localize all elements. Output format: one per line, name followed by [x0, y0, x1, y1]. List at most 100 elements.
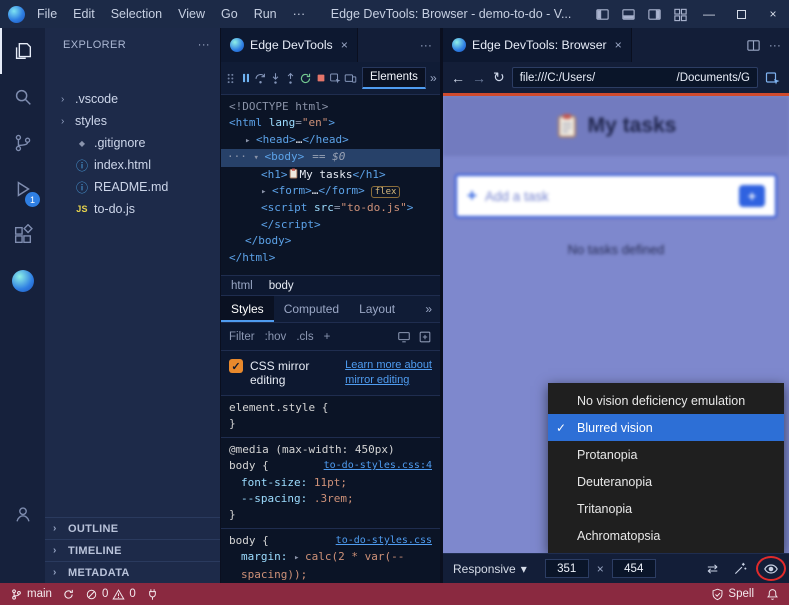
branch-indicator[interactable]: main — [10, 588, 52, 601]
wand-icon[interactable] — [733, 561, 748, 576]
flex-badge[interactable]: flex — [371, 186, 401, 198]
rule-selector[interactable]: body { — [229, 459, 269, 472]
dom-doctype[interactable]: <!DOCTYPE html> — [221, 99, 440, 115]
tree-item-gitignore[interactable]: . ◆ .gitignore — [45, 132, 220, 154]
tree-item-readme[interactable]: . ⓘ README.md — [45, 176, 220, 198]
tab-layout[interactable]: Layout — [349, 296, 405, 322]
menu-item-none[interactable]: No vision deficiency emulation — [548, 387, 784, 414]
step-out-icon[interactable] — [283, 68, 298, 88]
pick-element-icon[interactable] — [765, 70, 781, 86]
section-metadata[interactable]: › METADATA — [45, 561, 220, 583]
stylesheet-link[interactable]: to-do-styles.css — [336, 533, 432, 549]
tree-item-vscode[interactable]: › .vscode — [45, 88, 220, 110]
menubar-run[interactable]: Run — [246, 0, 285, 28]
tree-item-todo-js[interactable]: . JS to-do.js — [45, 198, 220, 220]
tree-item-styles[interactable]: › styles — [45, 110, 220, 132]
editor-more-icon[interactable]: ··· — [769, 38, 781, 52]
dom-html-close[interactable]: </html> — [221, 250, 440, 266]
css-value[interactable]: 11pt; — [307, 476, 347, 489]
dom-html-open[interactable]: <html lang="en"> — [221, 115, 440, 131]
toggle-sidebar-icon[interactable] — [589, 0, 615, 28]
menubar-edit[interactable]: Edit — [65, 0, 103, 28]
hov-toggle[interactable]: :hov — [265, 331, 287, 343]
dom-script-close[interactable]: </script> — [221, 217, 440, 233]
monitor-icon[interactable] — [397, 330, 411, 344]
twisty-closed-icon[interactable]: ▸ — [294, 550, 305, 566]
debug-session-indicator[interactable] — [146, 588, 159, 601]
editor-more-icon[interactable]: ··· — [420, 38, 432, 52]
activity-extensions[interactable] — [0, 212, 45, 258]
dom-body-selected[interactable]: ··· ▾<body>== $0 — [221, 149, 440, 166]
restart-icon[interactable] — [298, 68, 313, 88]
step-into-icon[interactable] — [268, 68, 283, 88]
pause-icon[interactable] — [238, 68, 253, 88]
menubar-file[interactable]: File — [29, 0, 65, 28]
css-property[interactable]: margin: — [241, 550, 287, 563]
stop-icon[interactable] — [313, 68, 328, 88]
viewport-height-input[interactable]: 454 — [612, 559, 656, 578]
add-task-button[interactable]: + — [739, 185, 765, 207]
dom-body-close[interactable]: </body> — [221, 233, 440, 249]
forward-button[interactable]: → — [472, 70, 486, 86]
minimize-button[interactable]: — — [693, 0, 725, 28]
menubar-selection[interactable]: Selection — [103, 0, 170, 28]
drag-handle-icon[interactable] — [223, 68, 238, 88]
add-box-icon[interactable] — [418, 330, 432, 344]
css-value[interactable]: calc(2 * var(-- — [305, 550, 404, 563]
twisty-open-icon[interactable]: ▾ — [254, 150, 265, 166]
inspect-element-icon[interactable] — [328, 68, 343, 88]
rule-selector[interactable]: body { — [229, 534, 269, 547]
activity-edge-devtools[interactable] — [0, 258, 45, 304]
menubar-overflow[interactable]: ··· — [285, 0, 314, 28]
tab-elements[interactable]: Elements — [362, 67, 426, 89]
css-value[interactable]: .3rem; — [307, 492, 353, 505]
menu-item-achromatopsia[interactable]: Achromatopsia — [548, 522, 784, 549]
cls-toggle[interactable]: .cls — [296, 331, 313, 343]
toggle-panel-icon[interactable] — [615, 0, 641, 28]
activity-run-debug[interactable]: 1 — [0, 166, 45, 212]
activity-explorer[interactable] — [0, 28, 45, 74]
element-style-selector[interactable]: element.style { — [229, 401, 328, 414]
dom-head[interactable]: ▸<head>…</head> — [221, 132, 440, 149]
close-icon[interactable]: × — [341, 38, 348, 52]
responsive-dropdown[interactable]: Responsive ▾ — [453, 562, 527, 576]
viewport-width-input[interactable]: 351 — [545, 559, 589, 578]
add-task-field[interactable]: + Add a task + — [455, 174, 777, 218]
vision-emulation-button[interactable] — [763, 561, 779, 577]
close-icon[interactable]: × — [615, 38, 622, 52]
breadcrumb-body[interactable]: body — [269, 280, 294, 292]
menu-item-deuteranopia[interactable]: Deuteranopia — [548, 468, 784, 495]
css-property[interactable]: --spacing: — [241, 492, 307, 505]
tab-edge-devtools-browser[interactable]: Edge DevTools: Browser × — [443, 28, 632, 62]
panes-overflow-icon[interactable]: » — [417, 296, 440, 322]
url-bar[interactable]: file:///C:/Users/ /Documents/G — [512, 67, 758, 88]
maximize-button[interactable] — [725, 0, 757, 28]
menu-item-protanopia[interactable]: Protanopia — [548, 441, 784, 468]
explorer-more-icon[interactable]: ··· — [198, 39, 210, 51]
section-outline[interactable]: › OUTLINE — [45, 517, 220, 539]
spell-checker-status[interactable]: Spell — [711, 588, 754, 601]
twisty-closed-icon[interactable]: ▸ — [261, 184, 272, 200]
tab-edge-devtools[interactable]: Edge DevTools × — [221, 28, 358, 62]
activity-search[interactable] — [0, 74, 45, 120]
back-button[interactable]: ← — [451, 70, 465, 86]
section-timeline[interactable]: › TIMELINE — [45, 539, 220, 561]
notifications-button[interactable] — [766, 588, 779, 601]
tab-computed[interactable]: Computed — [274, 296, 349, 322]
dom-script-open[interactable]: <script src="to-do.js"> — [221, 200, 440, 216]
tree-item-index-html[interactable]: . ⓘ index.html — [45, 154, 220, 176]
tabs-overflow-icon[interactable]: » — [426, 71, 440, 85]
split-editor-icon[interactable] — [746, 38, 761, 53]
dom-form[interactable]: ▸<form>…</form>flex — [221, 183, 440, 200]
stylesheet-link[interactable]: to-do-styles.css:4 — [324, 458, 432, 474]
toggle-secondary-sidebar-icon[interactable] — [641, 0, 667, 28]
step-over-icon[interactable] — [253, 68, 268, 88]
menu-item-blurred-vision[interactable]: ✓Blurred vision — [548, 414, 784, 441]
sync-button[interactable] — [62, 588, 75, 601]
problems-indicator[interactable]: 0 0 — [85, 588, 136, 601]
dom-h1[interactable]: <h1>My tasks</h1> — [221, 167, 440, 183]
device-emulation-icon[interactable] — [343, 68, 358, 88]
css-mirror-checkbox[interactable]: ✓ — [229, 359, 243, 373]
node-more-icon[interactable]: ··· — [227, 150, 247, 163]
media-query[interactable]: @media (max-width: 450px) — [229, 443, 395, 456]
